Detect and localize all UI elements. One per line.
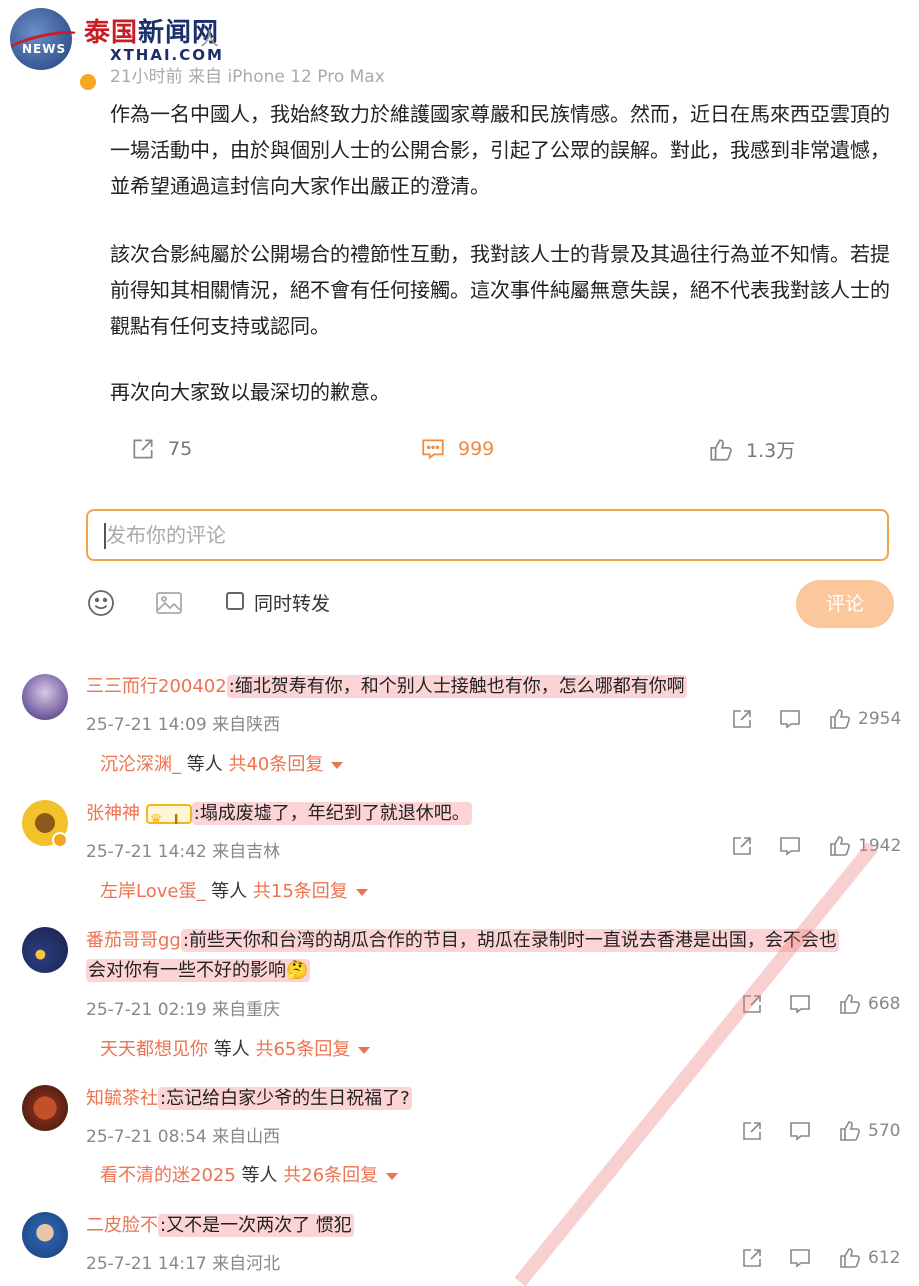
vip-badge-icon <box>145 804 192 836</box>
post-paragraph: 再次向大家致以最深切的歉意。 <box>110 380 390 404</box>
comment-actions: 1942 <box>730 834 901 858</box>
comment-like-count: 2954 <box>858 709 902 729</box>
post-meta: 21小时前 来自 iPhone 12 Pro Max <box>110 67 385 87</box>
comment-line: 知毓茶社:忘记给白家少爷的生日祝福了? <box>86 1087 412 1110</box>
comment-text: 缅北贺寿有你，和个别人士接触也有你，怎么哪都有你啊 <box>234 676 685 697</box>
comment-text: 又不是一次两次了 惯犯 <box>166 1215 352 1236</box>
reply-summary[interactable]: 天天都想见你 等人 共65条回复 <box>100 1035 371 1061</box>
reply-mid: 等人 <box>205 881 253 902</box>
comment-actions: 668 <box>740 992 900 1016</box>
avatar[interactable] <box>22 1085 68 1131</box>
comment-actions: 570 <box>740 1119 900 1143</box>
share-icon[interactable] <box>740 1246 764 1270</box>
reply-user[interactable]: 左岸Love蛋_ <box>100 881 205 902</box>
reply-count[interactable]: 共15条回复 <box>253 881 348 902</box>
avatar[interactable] <box>22 1212 68 1258</box>
thumbs-up-icon <box>710 438 732 461</box>
reply-count[interactable]: 共26条回复 <box>283 1165 378 1186</box>
thinking-emoji-icon: 🤔 <box>286 960 309 981</box>
comment-input[interactable] <box>104 511 868 559</box>
site-title-red: 泰国 <box>84 18 139 48</box>
post-author-name[interactable]: 人 <box>200 24 219 51</box>
comment-icon[interactable] <box>778 707 802 731</box>
comment-username[interactable]: 三三而行200402 <box>86 676 227 697</box>
chevron-down-icon <box>386 1172 399 1180</box>
avatar[interactable] <box>22 927 68 973</box>
like-button[interactable]: 1.3万 <box>708 436 795 463</box>
comment-username[interactable]: 番茄哥哥gg <box>86 930 181 951</box>
comment-icon[interactable] <box>788 992 812 1016</box>
thumbs-up-icon[interactable] <box>828 834 852 858</box>
comment-text: 忘记给白家少爷的生日祝福了? <box>166 1088 410 1109</box>
reply-count[interactable]: 共40条回复 <box>228 754 323 775</box>
reply-mid: 等人 <box>181 754 229 775</box>
comment-username[interactable]: 二皮脸不 <box>86 1215 158 1236</box>
reply-summary[interactable]: 沉沦深渊_ 等人 共40条回复 <box>100 750 344 776</box>
site-logo-title: 泰国新闻网 <box>84 12 219 49</box>
post-paragraph: 作為一名中國人，我始終致力於維護國家尊嚴和民族情感。然而，近日在馬來西亞雲頂的一… <box>110 102 890 198</box>
submit-comment-button[interactable]: 评论 <box>796 580 894 628</box>
reply-mid: 等人 <box>208 1039 256 1060</box>
reply-user[interactable]: 天天都想见你 <box>100 1039 208 1060</box>
repost-button[interactable]: 75 <box>130 436 192 462</box>
comment-count: 999 <box>458 438 495 460</box>
comment-text: 塌成废墟了，年纪到了就退休吧。 <box>199 803 470 824</box>
chevron-down-icon <box>331 761 344 769</box>
comment-time: 25-7-21 08:54 来自山西 <box>86 1127 281 1147</box>
share-icon <box>133 439 153 459</box>
comment-time: 25-7-21 14:17 来自河北 <box>86 1254 281 1274</box>
share-icon[interactable] <box>730 834 754 858</box>
thumbs-up-icon[interactable] <box>838 1246 862 1270</box>
comment-like-count: 612 <box>868 1248 901 1268</box>
comment-like-count: 570 <box>868 1121 901 1141</box>
reply-summary[interactable]: 看不清的迷2025 等人 共26条回复 <box>100 1161 399 1187</box>
comment-icon[interactable] <box>778 834 802 858</box>
repost-count: 75 <box>168 438 193 460</box>
comment-input-box[interactable] <box>86 509 889 561</box>
share-icon[interactable] <box>740 1119 764 1143</box>
comment-like-count: 668 <box>868 994 901 1014</box>
comment-line: 张神神 :塌成废墟了，年纪到了就退休吧。 <box>86 799 472 836</box>
comment-icon <box>422 439 444 460</box>
comment-text: 前些天你和台湾的胡瓜合作的节目，胡瓜在录制时一直说去香港是出国，会不会也 <box>188 930 837 951</box>
reply-mid: 等人 <box>235 1165 284 1186</box>
comment-actions: 2954 <box>730 707 901 731</box>
reply-count[interactable]: 共65条回复 <box>255 1039 350 1060</box>
comment-text-cont: 会对你有一些不好的影响 <box>88 960 286 981</box>
like-count: 1.3万 <box>746 440 796 462</box>
sync-repost-label: 同时转发 <box>254 593 331 615</box>
image-icon[interactable] <box>154 588 184 618</box>
chevron-down-icon <box>355 888 368 896</box>
comment-actions: 612 <box>740 1246 900 1270</box>
comment-time: 25-7-21 14:42 来自吉林 <box>86 842 281 862</box>
thumbs-up-icon[interactable] <box>828 707 852 731</box>
avatar[interactable] <box>22 674 68 720</box>
share-icon[interactable] <box>730 707 754 731</box>
comment-icon[interactable] <box>788 1246 812 1270</box>
comment-username[interactable]: 张神神 <box>86 803 140 824</box>
news-badge: NEWS <box>22 42 67 56</box>
comment-line: 二皮脸不:又不是一次两次了 惯犯 <box>86 1214 354 1237</box>
text-caret <box>104 523 106 549</box>
verified-icon <box>52 832 68 848</box>
chevron-down-icon <box>358 1046 371 1054</box>
thumbs-up-icon[interactable] <box>838 992 862 1016</box>
comment-time: 25-7-21 14:09 来自陕西 <box>86 715 281 735</box>
post-paragraph: 該次合影純屬於公開場合的禮節性互動，我對該人士的背景及其過往行為並不知情。若提前… <box>110 242 890 338</box>
comment-time: 25-7-21 02:19 来自重庆 <box>86 1000 281 1020</box>
reply-user[interactable]: 看不清的迷2025 <box>100 1165 236 1186</box>
comment-button[interactable]: 999 <box>420 436 494 462</box>
comment-username[interactable]: 知毓茶社 <box>86 1088 158 1109</box>
thumbs-up-icon[interactable] <box>838 1119 862 1143</box>
verified-icon <box>78 72 98 92</box>
watermark-stroke <box>514 842 878 1286</box>
sync-repost-checkbox[interactable] <box>226 592 244 610</box>
reply-summary[interactable]: 左岸Love蛋_ 等人 共15条回复 <box>100 877 368 903</box>
reply-user[interactable]: 沉沦深渊_ <box>100 754 181 775</box>
emoji-icon[interactable] <box>86 588 116 618</box>
comment-line: 三三而行200402:缅北贺寿有你，和个别人士接触也有你，怎么哪都有你啊 <box>86 675 687 698</box>
site-logo-globe <box>10 8 72 70</box>
comment-icon[interactable] <box>788 1119 812 1143</box>
